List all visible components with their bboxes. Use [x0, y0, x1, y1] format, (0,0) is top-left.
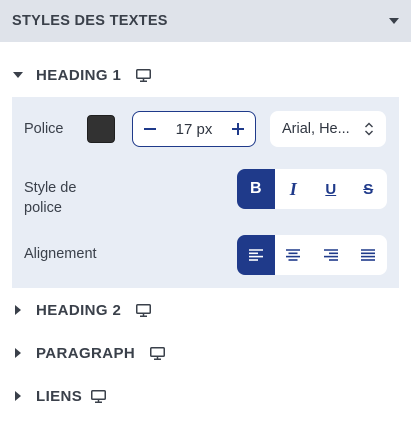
police-label: Police	[24, 121, 64, 137]
caret-right-icon	[15, 391, 21, 401]
desktop-icon	[136, 304, 151, 317]
desktop-icon	[136, 69, 151, 82]
section-label: LIENS	[36, 387, 83, 405]
align-left-button[interactable]	[237, 235, 275, 275]
strikethrough-icon: S	[363, 180, 374, 198]
increase-button[interactable]	[221, 112, 255, 146]
desktop-icon	[91, 390, 106, 403]
font-family-select[interactable]: Arial, He...	[270, 111, 386, 147]
decrease-button[interactable]	[133, 112, 167, 146]
panel-title: STYLES DES TEXTES	[12, 13, 168, 29]
style-label: Style de police	[24, 180, 77, 216]
strikethrough-button[interactable]: S	[350, 169, 388, 209]
section-label: HEADING 2	[36, 301, 122, 319]
heading-1-settings: Police 17 px Arial, He... Style de polic…	[12, 97, 399, 288]
align-right-icon	[323, 249, 338, 261]
font-size-value[interactable]: 17 px	[176, 121, 213, 138]
section-liens[interactable]: LIENS	[0, 379, 411, 413]
bold-button[interactable]: B	[237, 169, 275, 209]
plus-icon	[231, 123, 244, 135]
caret-down-icon[interactable]	[389, 18, 399, 24]
section-label: HEADING 1	[36, 66, 122, 84]
align-justify-button[interactable]	[350, 235, 388, 275]
align-center-button[interactable]	[275, 235, 313, 275]
section-paragraph[interactable]: PARAGRAPH	[0, 336, 411, 370]
underline-button[interactable]: U	[312, 169, 350, 209]
caret-down-icon	[13, 72, 23, 78]
font-style-group: B I U S	[237, 169, 387, 209]
font-family-value: Arial, He...	[282, 121, 350, 137]
select-arrows-icon	[365, 122, 373, 136]
font-size-stepper[interactable]: 17 px	[132, 111, 256, 147]
align-left-icon	[248, 249, 263, 261]
section-heading-2[interactable]: HEADING 2	[0, 293, 411, 327]
bold-icon: B	[249, 180, 262, 197]
desktop-icon	[150, 347, 165, 360]
align-justify-icon	[361, 249, 376, 261]
align-right-button[interactable]	[312, 235, 350, 275]
minus-icon	[144, 128, 156, 130]
panel-header[interactable]: STYLES DES TEXTES	[0, 0, 411, 42]
italic-button[interactable]: I	[275, 169, 313, 209]
underline-icon: U	[325, 180, 337, 198]
italic-icon: I	[289, 178, 297, 199]
caret-right-icon	[15, 348, 21, 358]
caret-right-icon	[15, 305, 21, 315]
section-heading-1[interactable]: HEADING 1	[0, 58, 411, 92]
align-center-icon	[286, 249, 301, 261]
align-label: Alignement	[24, 246, 97, 262]
alignment-group	[237, 235, 387, 275]
color-swatch[interactable]	[87, 115, 115, 143]
section-label: PARAGRAPH	[36, 344, 136, 362]
